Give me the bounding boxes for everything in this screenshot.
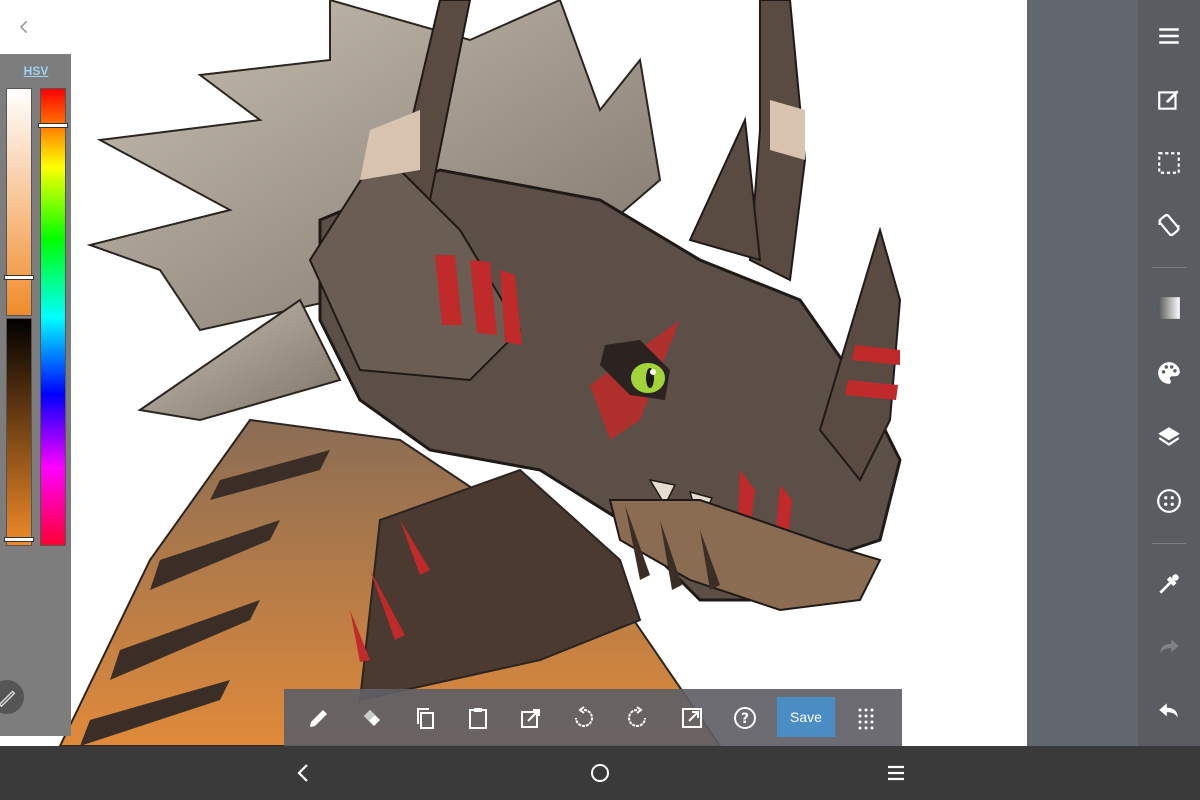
color-picker-panel: HSV	[0, 54, 71, 736]
canvas-gutter	[1027, 0, 1138, 746]
eyedropper-icon[interactable]	[1138, 557, 1200, 611]
right-toolbar	[1138, 0, 1200, 746]
import-icon[interactable]	[509, 689, 553, 746]
export-icon[interactable]	[670, 689, 714, 746]
save-button[interactable]: Save	[777, 697, 835, 737]
value-slider[interactable]	[6, 318, 32, 546]
back-icon[interactable]	[274, 746, 334, 800]
hue-slider-handle[interactable]	[38, 122, 68, 128]
collapse-panel-button[interactable]	[10, 12, 40, 42]
palette-icon[interactable]	[1138, 346, 1200, 400]
edit-icon[interactable]	[1138, 73, 1200, 127]
help-icon[interactable]: ?	[723, 689, 767, 746]
redo-icon[interactable]	[1138, 620, 1200, 674]
system-nav-bar	[0, 746, 1200, 800]
dragon-artwork	[58, 0, 902, 746]
dots-icon[interactable]	[1138, 474, 1200, 528]
saturation-slider-handle[interactable]	[4, 275, 34, 281]
drawing-canvas[interactable]	[0, 0, 1027, 746]
drawing-app: HSV ? Save	[0, 0, 1200, 746]
value-slider-handle[interactable]	[4, 537, 34, 543]
svg-text:?: ?	[741, 711, 749, 727]
selection-icon[interactable]	[1138, 136, 1200, 190]
rotate-icon[interactable]	[1138, 198, 1200, 252]
layers-icon[interactable]	[1138, 410, 1200, 464]
paste-icon[interactable]	[456, 689, 500, 746]
copy-icon[interactable]	[403, 689, 447, 746]
undo-icon[interactable]	[562, 689, 606, 746]
hsv-mode-tab[interactable]: HSV	[12, 64, 60, 78]
pencil-icon[interactable]	[297, 689, 341, 746]
redo-icon[interactable]	[615, 689, 659, 746]
recents-icon[interactable]	[866, 746, 926, 800]
home-icon[interactable]	[570, 746, 630, 800]
chevron-left-icon	[19, 20, 28, 34]
gradient-icon[interactable]	[1138, 281, 1200, 335]
eraser-icon[interactable]	[350, 689, 394, 746]
bottom-toolbar: ? Save	[284, 689, 902, 746]
undo-icon[interactable]	[1138, 684, 1200, 738]
menu-icon[interactable]	[1138, 9, 1200, 63]
saturation-slider[interactable]	[6, 88, 32, 316]
hue-slider[interactable]	[40, 88, 66, 546]
brush-icon	[0, 690, 16, 708]
grid-icon[interactable]	[844, 689, 888, 746]
